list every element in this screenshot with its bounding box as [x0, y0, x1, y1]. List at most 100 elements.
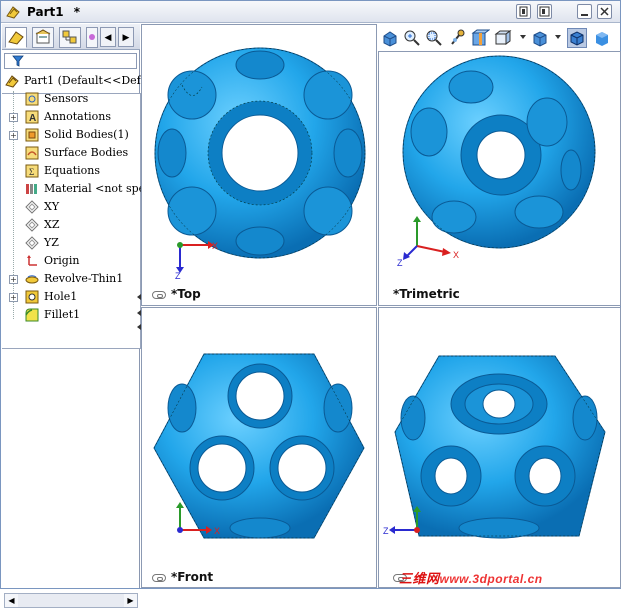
part-model-isometric — [394, 355, 606, 539]
feature-manager-tab[interactable] — [5, 27, 27, 48]
tree-item[interactable]: Material <not specif — [2, 180, 142, 198]
axis-triad-isometric: Z — [383, 506, 421, 536]
tree-item[interactable]: YZ — [2, 234, 142, 252]
expand-toggle[interactable]: + — [9, 275, 18, 284]
tree-item[interactable]: Surface Bodies — [2, 144, 142, 162]
tree-item[interactable]: Σ Equations — [2, 162, 142, 180]
minimize-button[interactable] — [577, 4, 592, 19]
dim-xpert-tab[interactable] — [86, 27, 98, 48]
expand-toggle[interactable]: + — [9, 113, 18, 122]
configuration-manager-tab[interactable] — [59, 27, 81, 48]
shaded-icon[interactable] — [592, 28, 612, 48]
expand-toggle[interactable]: + — [9, 131, 18, 140]
dimxpert-icon — [89, 34, 95, 40]
equations-icon: Σ — [25, 164, 39, 178]
tree-item[interactable]: XY — [2, 198, 142, 216]
link-views-icon[interactable] — [152, 291, 166, 299]
tree-item-label: YZ — [44, 236, 59, 249]
section-view-icon[interactable] — [470, 28, 490, 48]
property-manager-tab[interactable] — [32, 27, 54, 48]
tree-item-label: Surface Bodies — [44, 146, 129, 159]
tree-item-label: Revolve-Thin1 — [44, 272, 124, 285]
viewport-label-top: *Top — [171, 287, 201, 301]
svg-text:A: A — [29, 113, 36, 124]
part-icon — [5, 75, 19, 88]
tree-item-label: Sensors — [44, 92, 89, 105]
viewport-trimetric[interactable]: X Z *Trimetric — [378, 51, 621, 306]
feature-manager-panel: ◀ ▶ Part1 (Default<<Defaul Sensors + A Anno… — [2, 24, 142, 608]
axis-triad-trimetric: X Z — [397, 216, 459, 268]
view-toolbar — [378, 25, 621, 51]
link-views-icon[interactable] — [152, 574, 166, 582]
scroll-right-button[interactable]: ▶ — [124, 594, 137, 607]
origin-icon — [27, 255, 37, 266]
rotate-view-icon[interactable] — [448, 28, 468, 48]
horizontal-scrollbar[interactable]: ◀ ▶ — [4, 593, 138, 608]
zoom-to-area-icon[interactable] — [424, 28, 444, 48]
zoom-to-fit-icon[interactable] — [402, 28, 422, 48]
feature-manager-tabs: ◀ ▶ — [2, 24, 140, 50]
svg-text:Σ: Σ — [29, 167, 34, 177]
revolve-icon — [25, 275, 39, 284]
tree-item[interactable]: Sensors — [2, 90, 142, 108]
tree-item[interactable]: + Hole1 — [2, 288, 142, 306]
tree-item-label: Annotations — [44, 110, 112, 123]
close-button[interactable] — [597, 4, 612, 19]
restore-icon — [519, 6, 528, 17]
material-icon — [26, 184, 37, 194]
axis-z-label: Z — [175, 271, 181, 279]
part-document-icon — [6, 6, 20, 19]
view-orientation-icon[interactable] — [492, 28, 512, 48]
expand-toggle[interactable]: + — [9, 293, 18, 302]
watermark-url: www.3dportal.cn — [439, 572, 543, 586]
feature-filter-bar[interactable] — [4, 53, 137, 69]
tree-item[interactable]: + Solid Bodies(1) — [2, 126, 142, 144]
plane-icon — [25, 218, 39, 232]
tree-item-label: Origin — [44, 254, 80, 267]
axis-x-label: X — [453, 250, 459, 260]
restore-button[interactable] — [516, 4, 531, 19]
modified-marker: * — [73, 5, 81, 19]
shaded-with-edges-button[interactable] — [567, 28, 587, 48]
tree-item[interactable]: + A Annotations — [2, 108, 142, 126]
scroll-left-button[interactable]: ◀ — [5, 594, 18, 607]
tree-item[interactable]: XZ — [2, 216, 142, 234]
tree-item[interactable]: + Revolve-Thin1 — [2, 270, 142, 288]
viewport-top[interactable]: X Z *Top — [141, 24, 377, 306]
hole-icon — [25, 290, 39, 304]
surface-bodies-icon — [25, 146, 39, 160]
annotations-icon: A — [25, 110, 39, 124]
viewport-front[interactable]: X *Front — [141, 307, 377, 588]
standard-views-icon[interactable] — [380, 28, 400, 48]
axis-z-label: Z — [383, 526, 389, 536]
view-orientation-dropdown[interactable] — [520, 35, 526, 39]
configuration-manager-icon — [62, 30, 77, 44]
fillet-icon — [25, 308, 39, 322]
tree-item[interactable]: Origin — [2, 252, 142, 270]
axis-z-label: Z — [397, 258, 403, 268]
close-icon — [600, 7, 609, 16]
title-bar: Part1 * — [1, 1, 620, 23]
tree-item-label: XY — [44, 200, 60, 213]
tree-item-label: Hole1 — [44, 290, 78, 303]
tab-scroll-right-button[interactable]: ▶ — [118, 27, 134, 47]
tree-item-label: Material <not specif — [44, 182, 142, 195]
viewport-label-trimetric: *Trimetric — [393, 287, 460, 301]
tab-scroll-left-button[interactable]: ◀ — [100, 27, 116, 47]
axis-x-label: X — [212, 241, 218, 251]
tile-icon — [539, 6, 550, 17]
feature-tree-icon — [8, 31, 24, 45]
minimize-icon — [581, 14, 588, 16]
tree-item[interactable]: Fillet1 — [2, 306, 142, 324]
shaded-edges-icon — [570, 31, 584, 46]
document-name: Part1 — [27, 5, 64, 19]
tree-item-label: Equations — [44, 164, 101, 177]
filter-icon — [12, 55, 24, 67]
axis-triad-top: X Z — [175, 241, 218, 279]
part-model-front — [153, 353, 365, 539]
viewport-isometric[interactable]: Z — [378, 307, 621, 588]
display-style-dropdown[interactable] — [555, 35, 561, 39]
maximize-button[interactable] — [537, 4, 552, 19]
tree-root-part[interactable]: Part1 (Default<<Defaul — [2, 72, 142, 90]
display-style-icon[interactable] — [530, 28, 550, 48]
